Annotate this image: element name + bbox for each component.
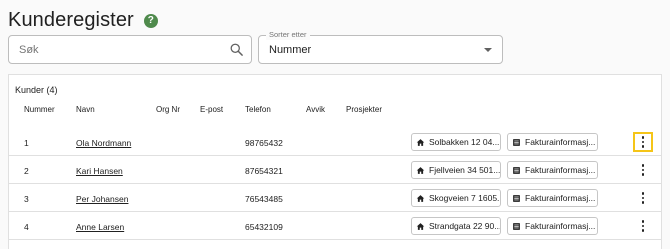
document-icon	[513, 138, 520, 146]
customer-phone: 98765432	[245, 138, 283, 148]
invoice-chip[interactable]: Fakturainformasj...	[507, 133, 598, 151]
invoice-text: Fakturainformasj...	[525, 137, 596, 147]
more-vertical-icon	[641, 192, 645, 204]
customer-number: 3	[24, 194, 29, 204]
customer-number: 1	[24, 138, 29, 148]
column-header-orgnr: Org Nr	[156, 105, 180, 114]
search-icon[interactable]	[229, 42, 244, 57]
address-chip[interactable]: Solbakken 12 04...	[411, 133, 501, 151]
address-text: Fjellveien 34 501...	[429, 165, 501, 175]
invoice-chip[interactable]: Fakturainformasj...	[507, 217, 598, 235]
customer-phone: 76543485	[245, 194, 283, 204]
address-text: Solbakken 12 04...	[429, 137, 500, 147]
customer-table-card: Kunder (4) Nummer Navn Org Nr E-post Tel…	[8, 74, 662, 249]
sort-label: Sorter etter	[266, 30, 310, 40]
home-icon	[416, 138, 425, 146]
invoice-chip[interactable]: Fakturainformasj...	[507, 189, 598, 207]
search-input[interactable]	[9, 36, 219, 63]
address-chip[interactable]: Skogveien 7 1605...	[411, 189, 501, 207]
column-header-email: E-post	[200, 105, 224, 114]
page-title: Kunderegister	[8, 9, 134, 31]
table-row[interactable]: 3 Per Johansen 76543485 Skogveien 7 1605…	[9, 184, 661, 212]
more-vertical-icon	[641, 220, 645, 232]
address-text: Skogveien 7 1605...	[429, 193, 501, 203]
more-options-button[interactable]	[633, 216, 653, 236]
more-options-button[interactable]	[633, 160, 653, 180]
customer-phone: 87654321	[245, 166, 283, 176]
home-icon	[416, 222, 425, 230]
column-header-deviation: Avvik	[306, 105, 325, 114]
customer-phone: 65432109	[245, 222, 283, 232]
invoice-text: Fakturainformasj...	[525, 221, 596, 231]
more-vertical-icon	[641, 164, 645, 176]
table-row[interactable]: 4 Anne Larsen 65432109 Strandgata 22 90.…	[9, 212, 661, 240]
table-row[interactable]: 2 Kari Hansen 87654321 Fjellveien 34 501…	[9, 156, 661, 184]
help-icon[interactable]: ?	[143, 13, 158, 28]
column-header-number: Nummer	[24, 105, 55, 114]
column-header-phone: Telefon	[245, 105, 271, 114]
document-icon	[513, 222, 520, 230]
column-header-name: Navn	[76, 105, 95, 114]
customer-number: 2	[24, 166, 29, 176]
more-vertical-icon	[641, 136, 645, 148]
sort-select[interactable]: Sorter etter Nummer	[258, 30, 503, 64]
more-options-button[interactable]	[633, 132, 653, 152]
page-header: Kunderegister ?	[8, 9, 158, 32]
invoice-chip[interactable]: Fakturainformasj...	[507, 161, 598, 179]
invoice-text: Fakturainformasj...	[525, 165, 596, 175]
chevron-down-icon	[484, 48, 492, 52]
sort-value: Nummer	[269, 44, 312, 56]
home-icon	[416, 166, 425, 174]
address-chip[interactable]: Fjellveien 34 501...	[411, 161, 501, 179]
customer-name-link[interactable]: Kari Hansen	[76, 166, 123, 176]
customer-name-link[interactable]: Anne Larsen	[76, 222, 124, 232]
more-options-button[interactable]	[633, 188, 653, 208]
customer-number: 4	[24, 222, 29, 232]
customer-name-link[interactable]: Ola Nordmann	[76, 138, 131, 148]
document-icon	[513, 194, 520, 202]
home-icon	[416, 194, 425, 202]
address-chip[interactable]: Strandgata 22 90...	[411, 217, 501, 235]
column-header-projects: Prosjekter	[346, 105, 383, 114]
table-title: Kunder (4)	[15, 85, 58, 95]
customer-name-link[interactable]: Per Johansen	[76, 194, 128, 204]
document-icon	[513, 166, 520, 174]
invoice-text: Fakturainformasj...	[525, 193, 596, 203]
search-field[interactable]	[8, 35, 252, 64]
address-text: Strandgata 22 90...	[429, 221, 501, 231]
table-row[interactable]: 1 Ola Nordmann 98765432 Solbakken 12 04.…	[9, 128, 661, 156]
